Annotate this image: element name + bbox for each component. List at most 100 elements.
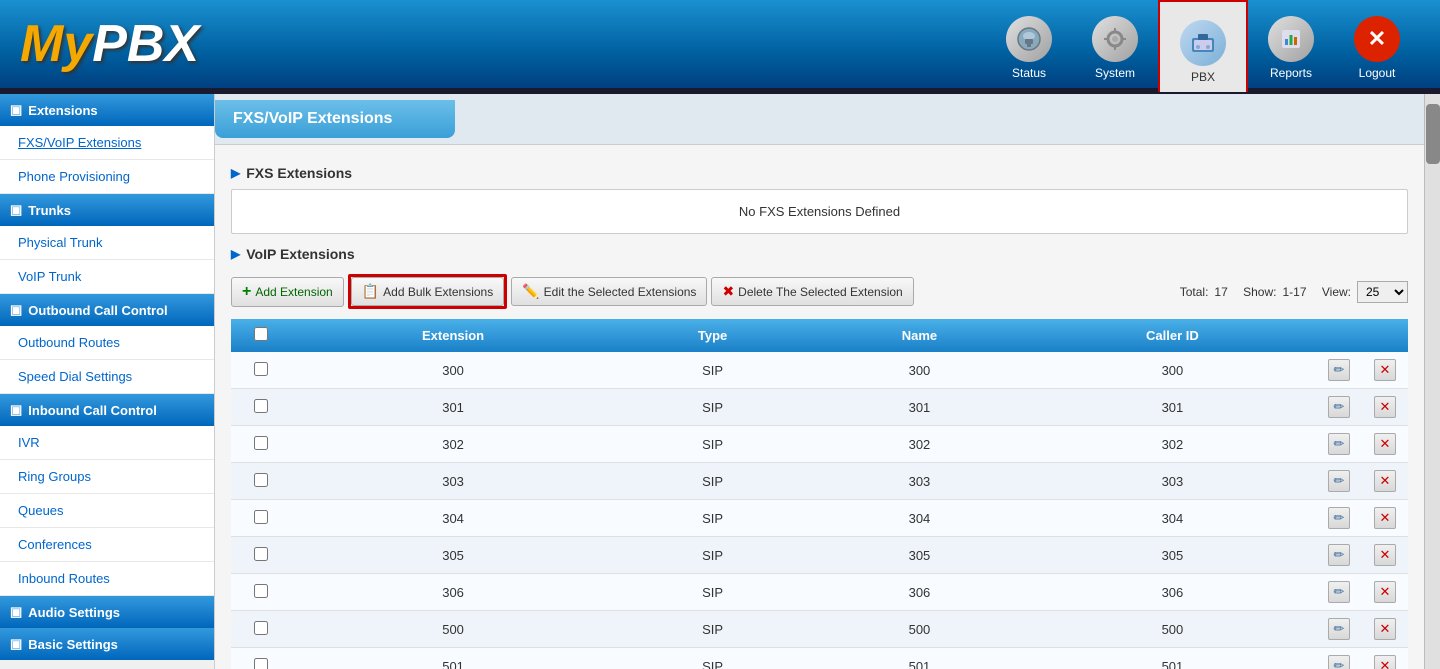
- edit-selected-button[interactable]: ✏️ Edit the Selected Extensions: [511, 277, 707, 306]
- nav-logout-label: Logout: [1359, 66, 1396, 80]
- delete-row-btn-8[interactable]: ✕: [1374, 655, 1396, 669]
- nav-reports[interactable]: Reports: [1248, 0, 1334, 88]
- edit-row-btn-6[interactable]: ✏: [1328, 581, 1350, 603]
- row-checkbox-0[interactable]: [254, 362, 268, 376]
- cell-callerid-7: 500: [1029, 611, 1316, 648]
- edit-row-btn-4[interactable]: ✏: [1328, 507, 1350, 529]
- delete-row-btn-5[interactable]: ✕: [1374, 544, 1396, 566]
- total-value: 17: [1214, 285, 1227, 299]
- delete-row-btn-3[interactable]: ✕: [1374, 470, 1396, 492]
- nav-pbx-label: PBX: [1191, 70, 1215, 84]
- sidebar-section-outbound[interactable]: ▣ Outbound Call Control: [0, 294, 214, 326]
- cell-name-2: 302: [810, 426, 1029, 463]
- cell-ext-1: 301: [291, 389, 615, 426]
- sidebar-item-outbound-routes[interactable]: Outbound Routes: [0, 326, 214, 360]
- add-icon: +: [242, 283, 251, 301]
- nav-pbx[interactable]: PBX: [1158, 0, 1248, 92]
- delete-selected-button[interactable]: ✖ Delete The Selected Extension: [711, 277, 913, 306]
- cell-type-2: SIP: [615, 426, 810, 463]
- cell-ext-8: 501: [291, 648, 615, 669]
- trunks-arrow: ▣: [10, 202, 22, 218]
- basic-label: Basic Settings: [28, 637, 118, 652]
- nav-system[interactable]: System: [1072, 0, 1158, 88]
- row-checkbox-3[interactable]: [254, 473, 268, 487]
- col-delete-action: [1362, 319, 1408, 352]
- scrollbar[interactable]: [1424, 94, 1440, 669]
- sidebar-item-conferences[interactable]: Conferences: [0, 528, 214, 562]
- col-checkbox: [231, 319, 291, 352]
- sidebar-item-inbound-routes[interactable]: Inbound Routes: [0, 562, 214, 596]
- col-callerid: Caller ID: [1029, 319, 1316, 352]
- select-all-checkbox[interactable]: [254, 327, 268, 341]
- row-checkbox-4[interactable]: [254, 510, 268, 524]
- sidebar-item-physical-trunk[interactable]: Physical Trunk: [0, 226, 214, 260]
- edit-row-btn-5[interactable]: ✏: [1328, 544, 1350, 566]
- cell-name-4: 304: [810, 500, 1029, 537]
- nav-system-label: System: [1095, 66, 1135, 80]
- sidebar-item-ivr[interactable]: IVR: [0, 426, 214, 460]
- col-extension: Extension: [291, 319, 615, 352]
- voip-trunk-label: VoIP Trunk: [18, 269, 81, 284]
- table-row: 303 SIP 303 303 ✏ ✕: [231, 463, 1408, 500]
- edit-row-btn-2[interactable]: ✏: [1328, 433, 1350, 455]
- content-header-bar: FXS/VoIP Extensions: [215, 94, 1424, 145]
- row-checkbox-5[interactable]: [254, 547, 268, 561]
- row-checkbox-8[interactable]: [254, 658, 268, 669]
- fxs-section-label: FXS Extensions: [246, 165, 352, 181]
- queues-label: Queues: [18, 503, 64, 518]
- audio-label: Audio Settings: [28, 605, 120, 620]
- voip-arrow-icon: ▶: [231, 247, 240, 261]
- sidebar-item-phone-provisioning[interactable]: Phone Provisioning: [0, 160, 214, 194]
- cell-name-3: 303: [810, 463, 1029, 500]
- sidebar-item-queues[interactable]: Queues: [0, 494, 214, 528]
- cell-type-5: SIP: [615, 537, 810, 574]
- col-name: Name: [810, 319, 1029, 352]
- cell-type-3: SIP: [615, 463, 810, 500]
- header: MyPBX Status System PBX: [0, 0, 1440, 88]
- edit-icon: ✏️: [522, 283, 539, 300]
- nav-logout[interactable]: ✕ Logout: [1334, 0, 1420, 88]
- row-checkbox-2[interactable]: [254, 436, 268, 450]
- view-select[interactable]: 25 50 100: [1357, 281, 1408, 303]
- cell-callerid-3: 303: [1029, 463, 1316, 500]
- content-area: FXS/VoIP Extensions ▶ FXS Extensions No …: [215, 94, 1424, 669]
- row-checkbox-1[interactable]: [254, 399, 268, 413]
- cell-callerid-8: 501: [1029, 648, 1316, 669]
- sidebar-section-audio[interactable]: ▣ Audio Settings: [0, 596, 214, 628]
- sidebar-item-fxs-voip[interactable]: FXS/VoIP Extensions: [0, 126, 214, 160]
- sidebar-section-extensions[interactable]: ▣ Extensions: [0, 94, 214, 126]
- table-row: 500 SIP 500 500 ✏ ✕: [231, 611, 1408, 648]
- delete-row-btn-4[interactable]: ✕: [1374, 507, 1396, 529]
- edit-row-btn-0[interactable]: ✏: [1328, 359, 1350, 381]
- cell-type-6: SIP: [615, 574, 810, 611]
- sidebar-section-inbound[interactable]: ▣ Inbound Call Control: [0, 394, 214, 426]
- nav-status[interactable]: Status: [986, 0, 1072, 88]
- edit-row-btn-1[interactable]: ✏: [1328, 396, 1350, 418]
- add-extension-button[interactable]: + Add Extension: [231, 277, 344, 307]
- sidebar-item-speed-dial[interactable]: Speed Dial Settings: [0, 360, 214, 394]
- cell-ext-0: 300: [291, 352, 615, 389]
- sidebar-item-voip-trunk[interactable]: VoIP Trunk: [0, 260, 214, 294]
- sidebar-item-ring-groups[interactable]: Ring Groups: [0, 460, 214, 494]
- cell-type-4: SIP: [615, 500, 810, 537]
- content-body: ▶ FXS Extensions No FXS Extensions Defin…: [215, 145, 1424, 669]
- delete-row-btn-7[interactable]: ✕: [1374, 618, 1396, 640]
- col-type: Type: [615, 319, 810, 352]
- delete-row-btn-1[interactable]: ✕: [1374, 396, 1396, 418]
- row-checkbox-6[interactable]: [254, 584, 268, 598]
- row-checkbox-7[interactable]: [254, 621, 268, 635]
- sidebar: ▣ Extensions FXS/VoIP Extensions Phone P…: [0, 94, 215, 669]
- delete-row-btn-2[interactable]: ✕: [1374, 433, 1396, 455]
- add-bulk-button[interactable]: 📋 Add Bulk Extensions: [351, 277, 505, 306]
- edit-row-btn-8[interactable]: ✏: [1328, 655, 1350, 669]
- pagination-info: Total: 17 Show: 1-17 View: 25 50 100: [1180, 281, 1408, 303]
- delete-row-btn-6[interactable]: ✕: [1374, 581, 1396, 603]
- sidebar-section-trunks[interactable]: ▣ Trunks: [0, 194, 214, 226]
- main-layout: ▣ Extensions FXS/VoIP Extensions Phone P…: [0, 94, 1440, 669]
- edit-row-btn-7[interactable]: ✏: [1328, 618, 1350, 640]
- delete-row-btn-0[interactable]: ✕: [1374, 359, 1396, 381]
- cell-type-0: SIP: [615, 352, 810, 389]
- cell-callerid-1: 301: [1029, 389, 1316, 426]
- sidebar-section-basic[interactable]: ▣ Basic Settings: [0, 628, 214, 660]
- edit-row-btn-3[interactable]: ✏: [1328, 470, 1350, 492]
